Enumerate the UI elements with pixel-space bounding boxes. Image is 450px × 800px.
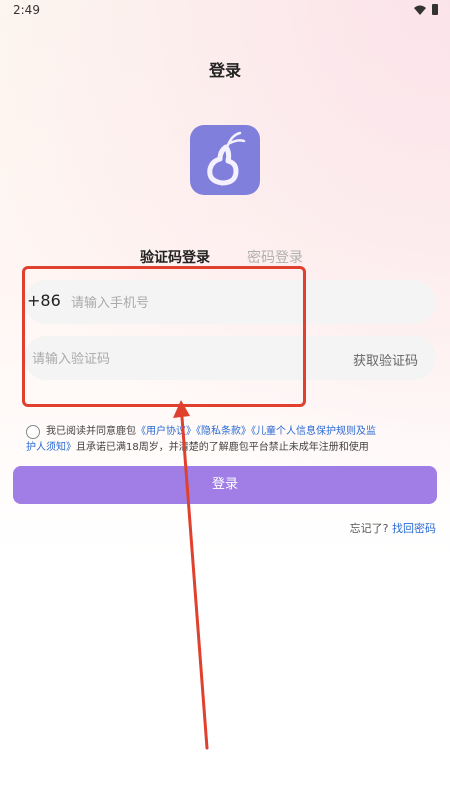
wifi-icon bbox=[414, 5, 426, 15]
recover-password-link[interactable]: 找回密码 bbox=[392, 522, 436, 535]
annotation-highlight-box bbox=[22, 266, 306, 407]
user-agreement-link[interactable]: 《用户协议》 bbox=[136, 426, 196, 437]
get-code-button[interactable]: 获取验证码 bbox=[353, 350, 418, 369]
children-privacy-link-cont[interactable]: 护人须知》 bbox=[26, 442, 76, 453]
login-button[interactable]: 登录 bbox=[13, 466, 437, 504]
app-logo bbox=[190, 125, 260, 195]
page-title: 登录 bbox=[208, 61, 241, 80]
status-bar: 2:49 bbox=[0, 0, 450, 22]
tab-password-login[interactable]: 密码登录 bbox=[247, 247, 303, 267]
privacy-link[interactable]: 《隐私条款》 bbox=[196, 426, 251, 437]
agreement-text: 我已阅读并同意鹿包《用户协议》《隐私条款》《儿童个人信息保护规则及监护人须知》且… bbox=[26, 424, 441, 456]
battery-icon bbox=[432, 4, 438, 15]
status-time: 2:49 bbox=[13, 3, 40, 17]
tab-code-login[interactable]: 验证码登录 bbox=[140, 247, 210, 267]
children-privacy-link[interactable]: 《儿童个人信息保护规则及监 bbox=[251, 426, 376, 437]
forgot-prefix: 忘记了? bbox=[349, 522, 389, 535]
agreement-prefix: 我已阅读并同意鹿包 bbox=[46, 426, 136, 437]
status-icons bbox=[414, 4, 438, 15]
agreement-suffix: 且承诺已满18周岁，并清楚的了解鹿包平台禁止未成年注册和使用 bbox=[76, 442, 369, 453]
agree-checkbox[interactable] bbox=[26, 425, 40, 439]
deer-logo-icon bbox=[207, 131, 246, 186]
forgot-password: 忘记了? 找回密码 bbox=[350, 520, 436, 536]
